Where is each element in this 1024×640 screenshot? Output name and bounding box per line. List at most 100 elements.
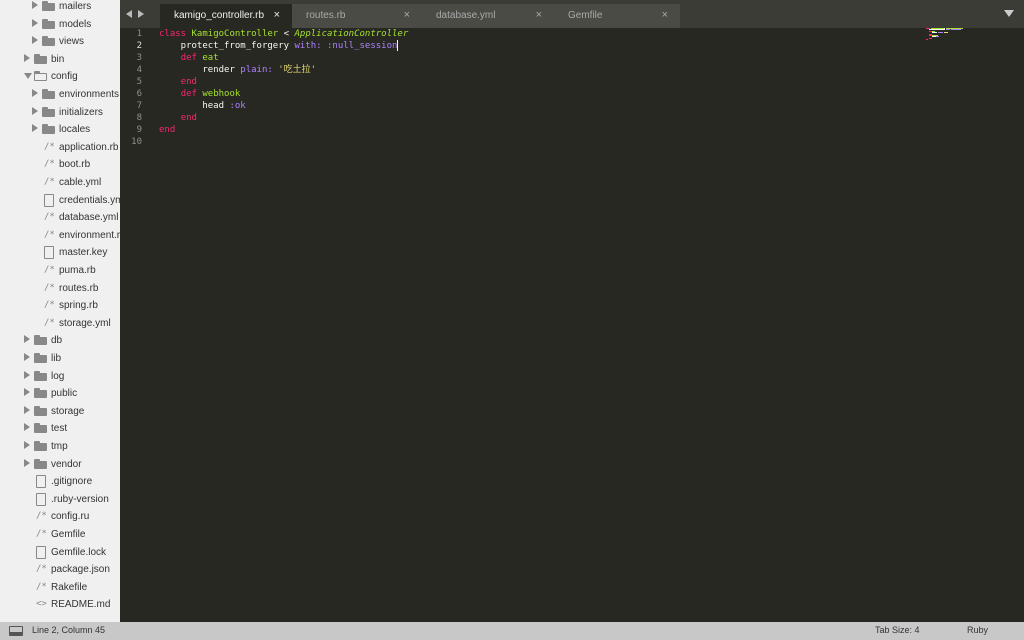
sidebar-folder[interactable]: locales [0,121,120,138]
code-line[interactable]: render plain: '吃土拉' [159,64,316,76]
sidebar-folder[interactable]: tmp [0,438,120,455]
sidebar-item-label: puma.rb [59,265,96,276]
disclosure-right-icon[interactable] [24,441,30,449]
disclosure-right-icon[interactable] [32,18,38,27]
sidebar-file[interactable]: /* storage.yml [0,315,120,332]
sidebar-item-label: credentials.yml.enc [59,194,120,206]
disclosure-right-icon[interactable] [24,335,30,344]
tab-2[interactable]: database.yml × [422,4,554,28]
panel-toggle-icon[interactable] [9,626,23,636]
close-icon[interactable]: × [404,9,410,21]
sidebar-file[interactable]: /* routes.rb [0,280,120,297]
code-line[interactable]: protect_from_forgery with: :null_session [159,40,399,52]
sidebar-file[interactable]: .ruby-version [0,491,120,508]
disclosure-right-icon[interactable] [32,36,38,45]
disclosure-right-icon[interactable] [24,353,30,361]
code-line[interactable]: def webhook [159,88,241,100]
sidebar-item-label: Gemfile.lock [51,546,107,558]
disclosure-down-icon[interactable] [24,73,32,80]
sidebar-file[interactable]: /* database.yml [0,209,120,226]
syntax-selector[interactable]: Ruby [967,625,988,635]
close-icon[interactable]: × [274,9,280,21]
sidebar-folder[interactable]: lib [0,350,120,367]
code-file-icon: /* [36,529,47,539]
sidebar-folder[interactable]: db [0,332,120,349]
arrow-right-icon[interactable] [138,10,144,18]
sidebar-file[interactable]: credentials.yml.enc [0,192,120,209]
code-line[interactable]: class KamigoController < ApplicationCont… [159,28,408,40]
sidebar-folder[interactable]: public [0,385,120,402]
sidebar-file[interactable]: master.key [0,244,120,261]
sidebar-folder[interactable]: initializers [0,104,120,121]
sidebar-folder[interactable]: config [0,68,120,85]
sidebar-file[interactable]: /* boot.rb [0,156,120,173]
close-icon[interactable]: × [536,9,542,21]
disclosure-right-icon[interactable] [24,53,30,62]
sidebar-file[interactable]: /* Gemfile [0,526,120,543]
sidebar-item-label: .gitignore [51,476,93,488]
sidebar-item-label: environments [59,89,120,100]
sidebar-folder[interactable]: environments [0,86,120,103]
disclosure-right-icon[interactable] [32,106,38,115]
sidebar-file[interactable]: /* puma.rb [0,262,120,279]
code-token: end [180,77,197,87]
tab-1[interactable]: routes.rb × [292,4,422,28]
tab-0[interactable]: kamigo_controller.rb × [160,4,292,28]
sidebar-file[interactable]: /* cable.yml [0,174,120,191]
folder-icon [42,18,55,29]
minimap-line [932,36,936,38]
code-token: with: [294,41,322,51]
code-line[interactable]: end [159,124,175,136]
minimap-line [929,35,932,36]
disclosure-right-icon[interactable] [24,388,30,397]
minimap-line [938,32,943,34]
disclosure-right-icon[interactable] [32,1,38,9]
sidebar-file[interactable]: <> README.md [0,596,120,613]
sidebar-file[interactable]: /* config.ru [0,508,120,525]
line-number: 4 [136,65,142,75]
tab-size-selector[interactable]: Tab Size: 4 [875,625,920,635]
sidebar-folder[interactable]: mailers [0,0,120,15]
disclosure-right-icon[interactable] [32,89,38,97]
arrow-left-icon[interactable] [126,10,132,18]
sidebar-file[interactable]: /* application.rb [0,139,120,156]
sidebar-file[interactable]: /* package.json [0,561,120,578]
sidebar-file[interactable]: /* spring.rb [0,297,120,314]
disclosure-right-icon[interactable] [24,405,30,414]
minimap[interactable] [926,28,963,42]
sidebar-folder[interactable]: storage [0,403,120,420]
tab-list-dropdown-icon[interactable] [1004,10,1014,17]
tab-3[interactable]: Gemfile × [554,4,680,28]
code-line[interactable]: end [159,112,197,124]
disclosure-right-icon[interactable] [32,124,38,133]
disclosure-right-icon[interactable] [24,370,30,379]
sidebar-folder[interactable]: models [0,16,120,33]
sidebar-folder[interactable]: test [0,420,120,437]
code-editor[interactable]: 1 2 3 4 5 6 7 8 9 10 class KamigoController < App… [120,28,1024,622]
tab-nav-arrows[interactable] [126,8,148,20]
tab-label: routes.rb [306,10,346,21]
code-token: render [159,65,241,75]
code-line[interactable]: def eat [159,52,219,64]
disclosure-right-icon[interactable] [24,423,30,432]
close-icon[interactable]: × [662,9,668,21]
sidebar-file[interactable]: /* Rakefile [0,579,120,596]
sidebar-file[interactable]: /* environment.rb [0,227,120,244]
sidebar-folder[interactable]: log [0,368,120,385]
code-token: eat [202,53,219,63]
tab-label: database.yml [436,10,496,21]
sidebar-folder[interactable]: vendor [0,456,120,473]
code-file-icon: /* [36,564,47,575]
folder-icon [42,1,55,11]
folder-icon [34,423,47,434]
sidebar-file[interactable]: .gitignore [0,473,120,490]
code-line[interactable]: head :ok [159,100,245,112]
sidebar-file[interactable]: Gemfile.lock [0,544,120,561]
code-token: '吃土拉' [278,65,317,75]
sidebar-folder[interactable]: bin [0,51,120,68]
file-icon [44,193,54,207]
disclosure-right-icon[interactable] [24,458,30,467]
sidebar-folder[interactable]: views [0,33,120,50]
code-line[interactable]: end [159,76,197,88]
